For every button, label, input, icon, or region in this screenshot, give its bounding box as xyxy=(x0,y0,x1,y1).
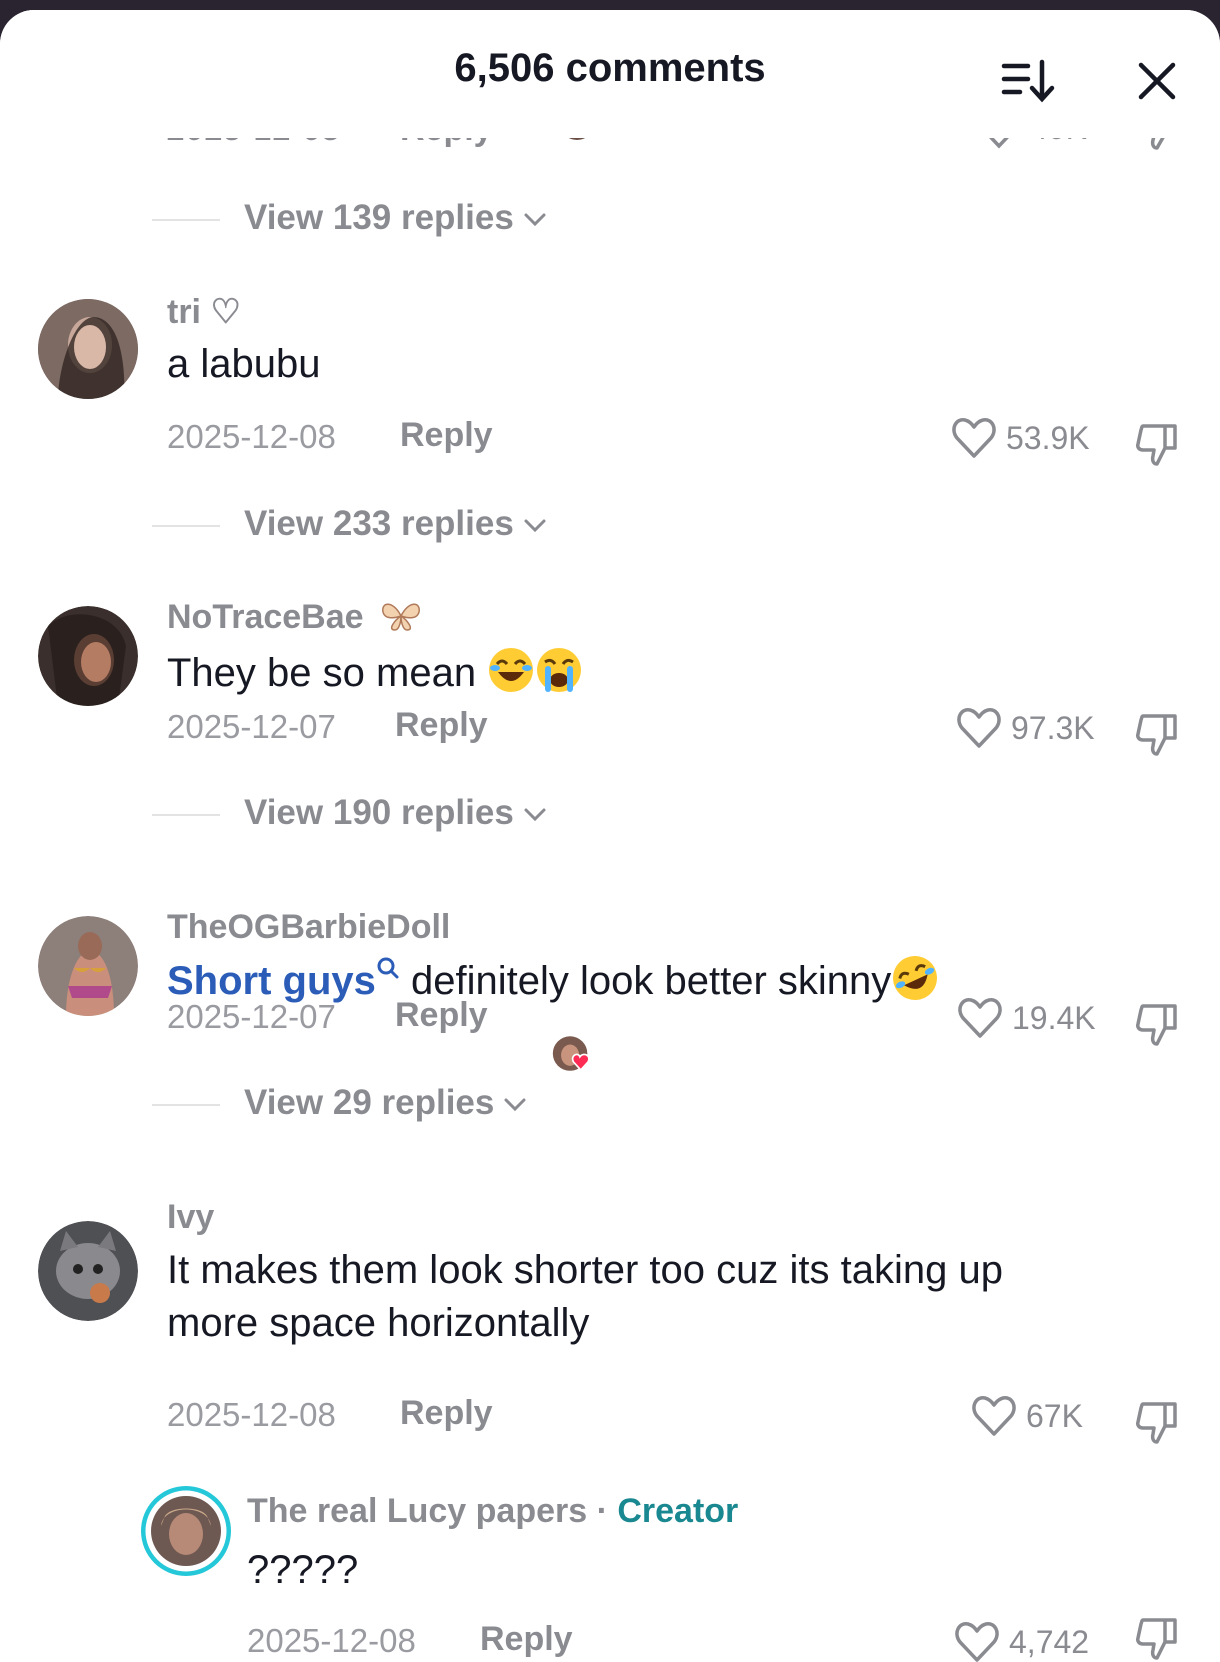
dislike-icon[interactable] xyxy=(1133,710,1183,760)
comment-text: ????? xyxy=(247,1548,359,1592)
comment-date: 2025-12-08 xyxy=(167,418,336,455)
comment-date: 2025-12-08 xyxy=(247,1622,416,1659)
laughing-emoji-icon xyxy=(489,648,534,692)
crying-emoji-icon xyxy=(537,648,582,692)
reply-button[interactable]: Reply xyxy=(400,416,493,455)
dislike-icon[interactable] xyxy=(1133,1398,1183,1448)
heart-icon xyxy=(957,708,1001,748)
avatar[interactable] xyxy=(38,299,138,399)
liked-by-creator-avatar xyxy=(552,1036,590,1072)
heart-icon xyxy=(955,1622,999,1662)
divider xyxy=(152,1104,220,1106)
reply-button[interactable]: Reply xyxy=(480,1620,573,1659)
close-icon[interactable] xyxy=(1132,56,1182,106)
heart-icon xyxy=(952,418,996,458)
divider xyxy=(152,219,220,221)
comment-date: 2025-12-07 xyxy=(167,998,336,1035)
creator-username[interactable]: The real Lucy papers · Creator xyxy=(247,1492,738,1531)
comment-username[interactable]: tri ♡ xyxy=(167,292,241,332)
avatar[interactable] xyxy=(38,606,138,706)
avatar[interactable] xyxy=(38,1221,138,1321)
search-icon[interactable] xyxy=(376,956,400,980)
like-count: 97.3K xyxy=(1011,710,1095,746)
rolling-laughing-emoji-icon xyxy=(893,956,938,1000)
comment-username[interactable]: TheOGBarbieDoll xyxy=(167,908,450,947)
hashtag-link[interactable]: Short guys xyxy=(167,959,376,1003)
view-replies-label: View 190 replies xyxy=(244,793,514,832)
creator-avatar[interactable] xyxy=(141,1486,231,1576)
chevron-down-icon xyxy=(524,808,546,821)
creator-badge: Creator xyxy=(617,1492,739,1530)
divider xyxy=(152,525,220,527)
chevron-down-icon xyxy=(524,213,546,226)
comment-username[interactable]: Ivy xyxy=(167,1198,214,1237)
like-count: 4,742 xyxy=(1009,1624,1090,1660)
avatar[interactable] xyxy=(38,916,138,1016)
heart-icon xyxy=(958,998,1002,1038)
reply-button[interactable]: Reply xyxy=(400,1394,493,1433)
view-replies-label: View 233 replies xyxy=(244,504,514,543)
comment-text: It makes them look shorter too cuz its t… xyxy=(167,1248,1003,1345)
heart-icon xyxy=(972,1396,1016,1436)
view-replies-label: View 139 replies xyxy=(244,198,514,237)
comments-header: 6,506 comments xyxy=(0,10,1220,138)
comments-sheet: 6,506 comments 2025-12-08 xyxy=(0,10,1220,1662)
chevron-down-icon xyxy=(504,1098,526,1111)
comment-text: They be so mean xyxy=(167,646,1107,700)
comment-date: 2025-12-08 xyxy=(167,1396,336,1433)
chevron-down-icon xyxy=(524,519,546,532)
reply-button[interactable]: Reply xyxy=(395,706,488,745)
like-count: 19.4K xyxy=(1012,1000,1096,1036)
sort-icon[interactable] xyxy=(1000,56,1056,106)
like-count: 67K xyxy=(1026,1398,1083,1434)
reply-button[interactable]: Reply xyxy=(395,996,488,1035)
comment-username[interactable]: NoTraceBae xyxy=(167,598,423,637)
like-count: 53.9K xyxy=(1006,420,1090,456)
dislike-icon[interactable] xyxy=(1133,420,1183,470)
view-replies-label: View 29 replies xyxy=(244,1083,495,1122)
dislike-icon[interactable] xyxy=(1133,1614,1183,1662)
comment-date: 2025-12-07 xyxy=(167,708,336,745)
dislike-icon[interactable] xyxy=(1133,1000,1183,1050)
butterfly-emoji-icon xyxy=(382,603,420,631)
comment-text: a labubu xyxy=(167,342,321,386)
divider xyxy=(152,814,220,816)
